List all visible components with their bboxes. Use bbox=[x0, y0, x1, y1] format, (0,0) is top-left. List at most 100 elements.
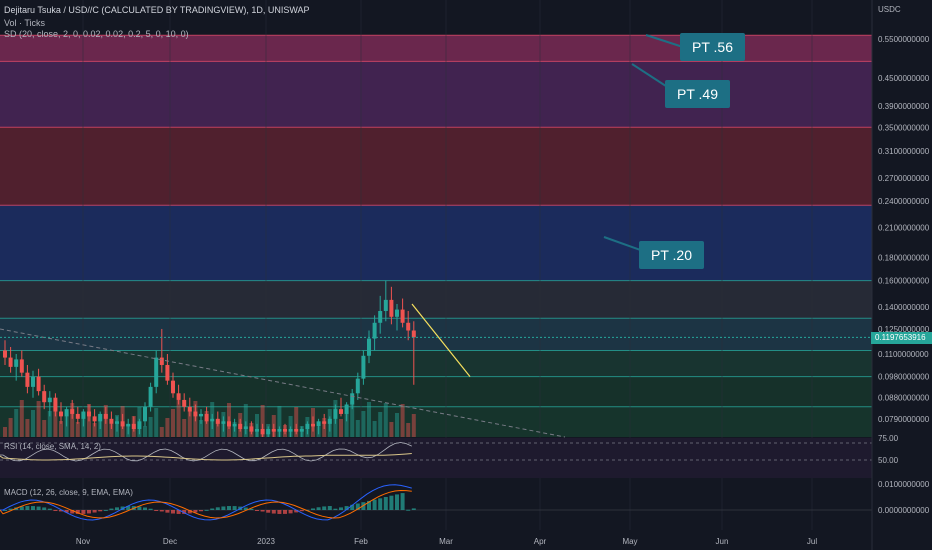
volume-bar-19 bbox=[109, 424, 114, 437]
volume-bar-32 bbox=[182, 419, 187, 437]
macd-hist-7 bbox=[42, 507, 47, 510]
macd-hist-9 bbox=[53, 510, 58, 511]
zone-3 bbox=[0, 205, 872, 281]
volume-bar-1 bbox=[8, 418, 13, 437]
volume-bar-43 bbox=[243, 404, 248, 437]
macd-hist-16 bbox=[92, 510, 97, 513]
volume-bar-25 bbox=[143, 426, 147, 437]
volume-bar-2 bbox=[14, 409, 19, 437]
macd-hist-67 bbox=[378, 498, 383, 510]
macd-hist-39 bbox=[221, 506, 226, 510]
volume-bar-36 bbox=[204, 411, 209, 437]
candle-body-1 bbox=[8, 357, 13, 367]
date-label-1: Dec bbox=[163, 537, 177, 546]
candle-body-5 bbox=[31, 376, 35, 387]
macd-hist-71 bbox=[400, 493, 405, 510]
volume-bar-23 bbox=[131, 416, 136, 437]
volume-bar-40 bbox=[227, 403, 231, 437]
volume-bar-45 bbox=[255, 414, 259, 437]
axis-unit: USDC bbox=[878, 5, 901, 14]
volume-bar-70 bbox=[395, 413, 399, 437]
candle-body-60 bbox=[339, 409, 343, 414]
volume-bar-52 bbox=[294, 407, 299, 437]
volume-bar-58 bbox=[327, 409, 332, 437]
volume-bar-33 bbox=[187, 410, 192, 437]
zone-8 bbox=[0, 406, 872, 437]
macd-hist-4 bbox=[25, 506, 30, 510]
macd-hist-48 bbox=[271, 510, 276, 514]
candle-body-4 bbox=[25, 372, 30, 387]
date-label-7: Jun bbox=[716, 537, 729, 546]
volume-bar-72 bbox=[406, 423, 411, 437]
macd-hist-38 bbox=[215, 507, 220, 510]
date-label-3: Feb bbox=[354, 537, 368, 546]
volume-bar-7 bbox=[42, 420, 47, 437]
macd-hist-58 bbox=[327, 506, 332, 510]
zone-4 bbox=[0, 280, 872, 319]
macd-hist-35 bbox=[199, 510, 203, 512]
volume-bar-60 bbox=[339, 419, 343, 437]
price-target-049: PT .49 bbox=[665, 80, 730, 108]
volume-bar-55 bbox=[311, 408, 315, 437]
candle-body-26 bbox=[148, 386, 153, 407]
macd-hist-55 bbox=[311, 508, 315, 510]
candle-body-35 bbox=[199, 413, 203, 417]
macd-hist-19 bbox=[109, 508, 114, 510]
volume-bar-57 bbox=[322, 418, 327, 437]
candle-body-70 bbox=[395, 309, 399, 317]
macd-hist-56 bbox=[316, 507, 321, 510]
volume-bar-39 bbox=[221, 412, 226, 437]
price-tick-1: 0.4500000000 bbox=[878, 74, 930, 83]
macd-label: MACD (12, 26, close, 9, EMA, EMA) bbox=[4, 488, 133, 497]
candle-body-19 bbox=[109, 418, 114, 424]
candle-body-71 bbox=[400, 309, 405, 323]
price-target-056: PT .56 bbox=[680, 33, 745, 61]
volume-bar-13 bbox=[75, 422, 80, 437]
current-price-tag: 0.1197653916 bbox=[871, 332, 932, 344]
macd-hist-73 bbox=[411, 508, 416, 510]
candle-body-6 bbox=[36, 376, 41, 392]
volume-bar-54 bbox=[305, 417, 310, 437]
macd-hist-6 bbox=[36, 506, 41, 510]
macd-hist-15 bbox=[87, 510, 91, 514]
date-label-6: May bbox=[622, 537, 637, 546]
volume-bar-30 bbox=[171, 409, 175, 437]
macd-hist-59 bbox=[333, 508, 338, 510]
macd-hist-66 bbox=[372, 499, 377, 510]
macd-hist-45 bbox=[255, 510, 259, 511]
volume-bar-67 bbox=[378, 412, 383, 437]
volume-bar-64 bbox=[361, 411, 366, 437]
volume-bar-16 bbox=[92, 423, 97, 437]
macd-hist-29 bbox=[165, 510, 170, 513]
candle-body-30 bbox=[171, 380, 175, 394]
macd-hist-40 bbox=[227, 506, 231, 510]
candle-body-13 bbox=[75, 413, 80, 419]
volume-label: Vol · Ticks bbox=[4, 18, 46, 28]
volume-bar-68 bbox=[383, 403, 388, 437]
date-label-0: Nov bbox=[76, 537, 90, 546]
macd-hist-37 bbox=[210, 508, 215, 510]
price-tick-3: 0.3500000000 bbox=[878, 123, 930, 132]
volume-bar-71 bbox=[400, 404, 405, 437]
volume-bar-10 bbox=[59, 421, 63, 437]
volume-bar-26 bbox=[148, 417, 153, 437]
macd-hist-30 bbox=[171, 510, 175, 514]
price-tick-7: 0.2100000000 bbox=[878, 223, 930, 232]
sd-label: SD (20, close, 2, 0, 0.02, 0.02, 0.2, 5,… bbox=[4, 29, 189, 39]
rsi-tick-75: 75.00 bbox=[878, 434, 899, 443]
volume-bar-69 bbox=[389, 422, 394, 437]
candle-body-16 bbox=[92, 416, 97, 422]
candle-body-31 bbox=[176, 393, 181, 400]
macd-hist-14 bbox=[81, 510, 86, 514]
macd-hist-8 bbox=[47, 508, 52, 510]
candle-body-10 bbox=[59, 411, 63, 417]
volume-bar-46 bbox=[260, 405, 265, 437]
volume-bar-20 bbox=[115, 415, 119, 437]
volume-bar-34 bbox=[193, 401, 198, 437]
macd-tick-upper: 0.0100000000 bbox=[878, 480, 930, 489]
candle-body-32 bbox=[182, 399, 187, 407]
macd-hist-68 bbox=[383, 497, 388, 510]
price-tick-9: 0.1600000000 bbox=[878, 277, 930, 286]
volume-bar-66 bbox=[372, 421, 377, 437]
volume-bar-59 bbox=[333, 400, 338, 437]
